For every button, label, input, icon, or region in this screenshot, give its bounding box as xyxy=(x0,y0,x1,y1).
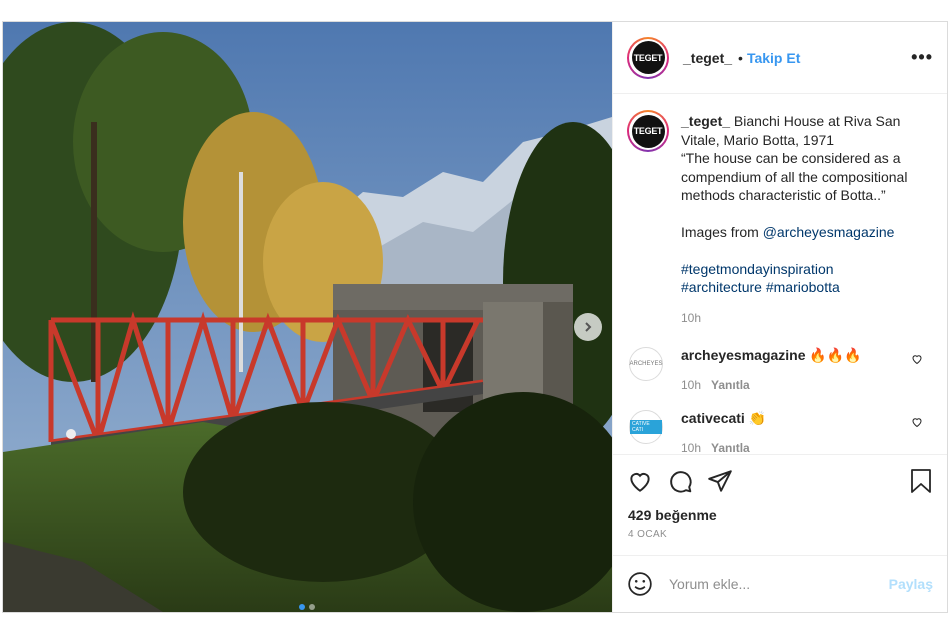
avatar-logo-text: TEGET xyxy=(631,114,665,148)
commenter-avatar[interactable]: ARCHEYES xyxy=(629,347,663,381)
hashtag-link[interactable]: #tegetmondayinspiration xyxy=(681,261,834,277)
comment-button[interactable] xyxy=(667,468,693,494)
separator-dot: • xyxy=(738,49,743,66)
instagram-post: TEGET _teget_ • Takip Et ••• TEGET _tege… xyxy=(2,21,948,613)
comment-item: ARCHEYES archeyesmagazine 🔥🔥🔥 10h Yanıtla xyxy=(627,347,933,392)
post-comment-button[interactable]: Paylaş xyxy=(889,576,933,592)
hashtag-link[interactable]: #mariobotta xyxy=(766,279,840,295)
commenter-avatar-text: CATIVE CATI xyxy=(630,420,662,434)
bianchi-house-image xyxy=(3,22,612,612)
comment-time[interactable]: 10h xyxy=(681,378,701,392)
chevron-right-icon xyxy=(585,322,592,332)
reply-button[interactable]: Yanıtla xyxy=(711,378,750,392)
commenter-avatar-text: ARCHEYES xyxy=(629,361,663,367)
comment-item: CATIVE CATI cativecati 👏 10h Yanıtla xyxy=(627,410,933,454)
post-sidebar: TEGET _teget_ • Takip Et ••• TEGET _tege… xyxy=(612,22,947,612)
save-button[interactable] xyxy=(909,468,933,494)
post-date[interactable]: 4 OCAK xyxy=(613,529,947,555)
reply-button[interactable]: Yanıtla xyxy=(711,441,750,454)
carousel-dot xyxy=(309,604,315,610)
like-button[interactable] xyxy=(627,468,653,494)
caption-username[interactable]: _teget_ xyxy=(681,113,730,129)
comment-bubble-icon xyxy=(670,471,692,493)
caption-avatar[interactable]: TEGET xyxy=(627,110,669,152)
comment-time[interactable]: 10h xyxy=(681,441,701,454)
emoji-button[interactable] xyxy=(627,571,653,597)
commenter-username[interactable]: archeyesmagazine xyxy=(681,347,806,363)
more-options-icon[interactable]: ••• xyxy=(911,47,933,68)
commenter-username[interactable]: cativecati xyxy=(681,410,745,426)
commenter-avatar[interactable]: CATIVE CATI xyxy=(629,410,663,444)
carousel-dot-active xyxy=(299,604,305,610)
like-comment-icon[interactable] xyxy=(911,353,923,365)
caption-timestamp[interactable]: 10h xyxy=(681,309,907,328)
profile-avatar[interactable]: TEGET xyxy=(627,36,669,79)
post-caption: TEGET _teget_ Bianchi House at Riva San … xyxy=(627,110,933,328)
caption-text: Bianchi House at Riva San Vitale, Mario … xyxy=(681,113,908,240)
heart-icon xyxy=(630,473,650,492)
like-comment-icon[interactable] xyxy=(911,416,923,428)
paper-plane-icon xyxy=(708,470,732,492)
mention-link[interactable]: @archeyesmagazine xyxy=(763,224,895,240)
share-button[interactable] xyxy=(707,468,733,494)
comment-text: 👏 xyxy=(748,410,767,426)
comment-text: 🔥🔥🔥 xyxy=(809,347,862,363)
comments-list[interactable]: TEGET _teget_ Bianchi House at Riva San … xyxy=(613,94,947,454)
action-bar xyxy=(613,454,947,507)
carousel-dots xyxy=(299,604,315,610)
post-photo[interactable] xyxy=(3,22,612,612)
add-comment-bar: Paylaş xyxy=(613,555,947,612)
bookmark-icon xyxy=(911,469,931,493)
likes-count[interactable]: 429 beğenme xyxy=(613,507,947,529)
next-image-button[interactable] xyxy=(574,313,602,341)
avatar-logo-text: TEGET xyxy=(631,41,665,74)
header-username[interactable]: _teget_ xyxy=(683,50,732,66)
post-header: TEGET _teget_ • Takip Et ••• xyxy=(613,22,947,94)
comment-input[interactable] xyxy=(667,575,889,593)
follow-button[interactable]: Takip Et xyxy=(747,50,800,66)
emoji-smile-icon xyxy=(628,572,652,596)
hashtag-link[interactable]: #architecture xyxy=(681,279,762,295)
